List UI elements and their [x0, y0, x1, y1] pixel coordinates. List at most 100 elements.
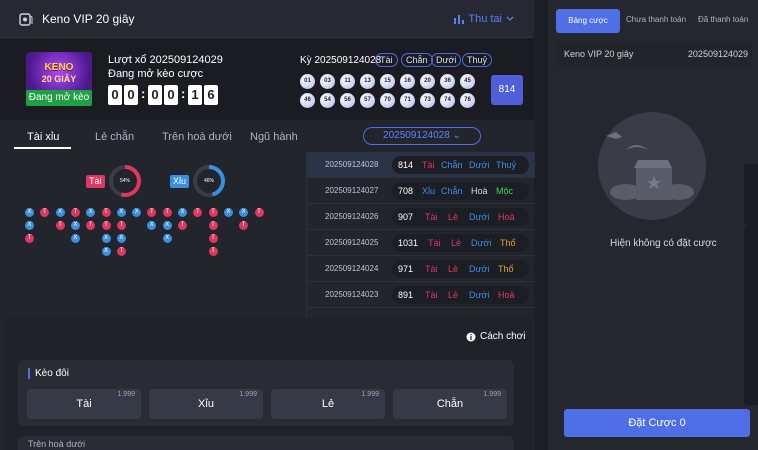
- bet-name: Chẵn: [436, 398, 464, 410]
- xiu-marker: X: [55, 208, 65, 217]
- history-tag: Dưới: [469, 212, 490, 222]
- history-result: 1031 Tài Lẻ Dưới Thổ: [392, 234, 529, 252]
- history-result: 971 Tài Lẻ Dưới Thổ: [392, 260, 529, 278]
- thu-tai-label: Thu tai: [468, 13, 502, 25]
- drawn-ball: 74: [440, 93, 455, 108]
- history-row[interactable]: 202509124028 814 Tài Chẵn Dưới Thuỷ: [307, 152, 535, 178]
- history-row[interactable]: 202509124023 891 Tài Lẻ Dưới Hoả: [307, 282, 535, 308]
- drawn-ball: 01: [300, 74, 315, 89]
- tab-tai-xiu[interactable]: Tài xỉu: [27, 131, 59, 143]
- xiu-marker: X: [178, 208, 187, 217]
- tab-bang-cuoc[interactable]: Bảng cược: [556, 9, 620, 33]
- drawn-ball: 73: [420, 93, 435, 108]
- result-tag: Chẵn: [401, 53, 433, 67]
- history-row[interactable]: 202509124024 971 Tài Lẻ Dưới Thổ: [307, 256, 535, 282]
- place-bet-button[interactable]: Đặt Cược 0: [564, 409, 750, 437]
- history-period: 202509124025: [325, 238, 379, 247]
- history-tag: Dưới: [469, 160, 490, 170]
- xiu-gauge: 46%: [193, 165, 225, 197]
- history-period: 202509124023: [325, 290, 379, 299]
- history-sum: 907: [398, 212, 414, 222]
- history-tag: Tài: [425, 290, 438, 300]
- tai-marker: T: [208, 247, 218, 256]
- xiu-marker: X: [70, 221, 80, 230]
- side-tab[interactable]: [744, 343, 758, 405]
- how-to-play-link[interactable]: Cách chơi: [466, 331, 525, 342]
- tab-ngu-hanh[interactable]: Ngũ hành: [250, 131, 298, 143]
- game-logo-icon: [19, 13, 33, 26]
- drawn-ball: 46: [300, 93, 315, 108]
- tai-marker: T: [101, 208, 111, 217]
- history-row[interactable]: 202509124027 708 Xỉu Chẵn Hoà Mộc: [307, 178, 535, 204]
- bet-xiu-button[interactable]: Xỉu 1.999: [149, 389, 263, 419]
- history-period: 202509124024: [325, 264, 379, 273]
- result-sum: 814: [491, 75, 523, 105]
- side-tab[interactable]: [744, 164, 758, 226]
- tai-label: Tài: [86, 175, 105, 188]
- history-row[interactable]: 202509124025 1031 Tài Lẻ Dưới Thổ: [307, 230, 535, 256]
- tai-marker: T: [208, 234, 218, 243]
- history-sum: 708: [398, 186, 414, 196]
- history-sum: 814: [398, 160, 414, 170]
- history-tag: Hoà: [471, 186, 488, 196]
- bet-chan-button[interactable]: Chẵn 1.999: [393, 389, 507, 419]
- open-bet-badge[interactable]: Đang mở kèo: [26, 90, 92, 106]
- bet-tai-button[interactable]: Tài 1.999: [27, 389, 141, 419]
- bet-slip-tabs: Bảng cược Chưa thanh toán Đã thanh toán: [556, 9, 752, 33]
- countdown-digit: 0: [164, 85, 178, 105]
- history-tag: Thổ: [498, 264, 514, 274]
- result-tag: Tài: [375, 53, 398, 67]
- history-tag: Thuỷ: [496, 160, 517, 170]
- history-tag: Lẻ: [448, 290, 459, 300]
- xiu-marker: X: [223, 208, 233, 217]
- tab-le-chan[interactable]: Lẻ chẵn: [95, 131, 134, 143]
- tab-chua-thanh-toan[interactable]: Chưa thanh toán: [626, 15, 686, 24]
- history-row[interactable]: 202509124026 907 Tài Lẻ Dưới Hoả: [307, 204, 535, 230]
- history-tag: Dưới: [469, 264, 490, 274]
- countdown-digit: 0: [108, 85, 122, 105]
- countdown-digit: 0: [148, 85, 162, 105]
- empty-bets-text: Hiện không có đặt cược: [610, 238, 717, 249]
- xiu-marker: X: [116, 234, 126, 243]
- history-tag: Tài: [425, 212, 438, 222]
- thu-tai-dropdown[interactable]: Thu tai: [454, 13, 514, 25]
- history-result: 708 Xỉu Chẵn Hoà Mộc: [392, 182, 529, 200]
- countdown-colon: :: [141, 86, 146, 101]
- xiu-percent: 46%: [197, 169, 221, 193]
- history-tag: Lẻ: [448, 212, 459, 222]
- xiu-marker: X: [116, 208, 126, 217]
- history-result: 814 Tài Chẵn Dưới Thuỷ: [392, 156, 529, 174]
- period-select-value: 202509124028: [383, 130, 450, 141]
- drawn-ball: 20: [420, 74, 435, 89]
- period-select[interactable]: 202509124028 ⌄: [363, 127, 481, 145]
- tai-percent: 54%: [113, 169, 137, 193]
- tai-marker: T: [25, 234, 34, 243]
- history-tag: Tài: [425, 264, 438, 274]
- side-tab[interactable]: [744, 282, 758, 344]
- xiu-marker: X: [162, 221, 172, 230]
- tab-da-thanh-toan[interactable]: Đã thanh toán: [698, 15, 748, 24]
- history-sum: 971: [398, 264, 414, 274]
- drawn-ball: 56: [340, 93, 355, 108]
- countdown-digit: 0: [124, 85, 138, 105]
- xiu-marker: X: [162, 234, 172, 243]
- tren-hoa-duoi-panel: Trên hoà dưới: [18, 436, 514, 450]
- info-icon: [466, 332, 476, 341]
- empty-box-icon: [598, 112, 706, 220]
- bet-slip-panel: [548, 0, 758, 450]
- tab-tren-hoa-duoi[interactable]: Trên hoà dưới: [162, 131, 232, 143]
- how-to-play-label: Cách chơi: [480, 331, 526, 342]
- history-sum: 891: [398, 290, 414, 300]
- history-period: 202509124028: [325, 160, 379, 169]
- side-tab[interactable]: [744, 226, 758, 288]
- drawn-ball: 03: [320, 74, 335, 89]
- bet-name: Xỉu: [198, 398, 214, 410]
- history-tag: Lẻ: [451, 238, 462, 248]
- tai-gauge: 54%: [109, 165, 141, 197]
- bet-le-button[interactable]: Lẻ 1.999: [271, 389, 385, 419]
- history-period: 202509124027: [325, 186, 379, 195]
- active-tab-indicator: [14, 147, 71, 149]
- history-tag: Hoả: [498, 290, 515, 300]
- tai-marker: T: [70, 208, 80, 217]
- round-status: Đang mở kèo cược: [108, 68, 204, 80]
